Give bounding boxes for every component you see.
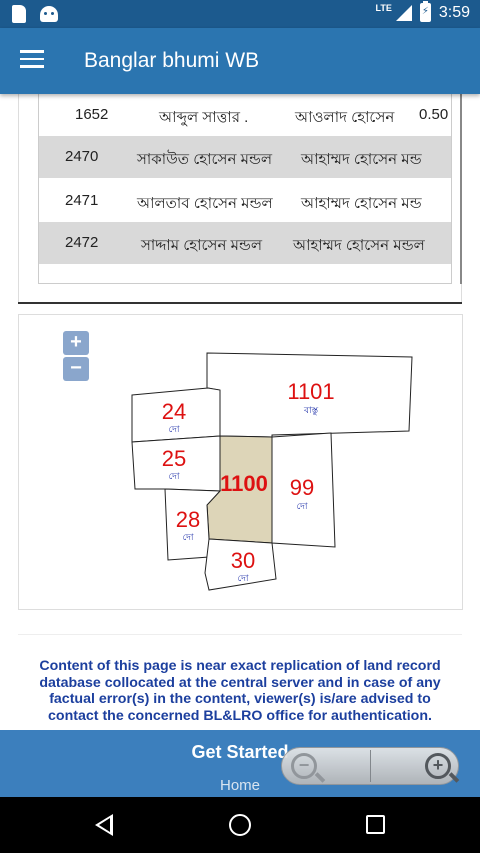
separator	[18, 634, 462, 635]
plot-type-25: দো	[169, 472, 180, 482]
disclaimer-line: factual error(s) in the content, viewer(…	[49, 691, 431, 707]
zoom-divider	[370, 750, 371, 782]
disclaimer-text: Content of this page is near exact repli…	[14, 658, 466, 724]
plot-type-30: দো	[238, 574, 249, 584]
plot-label-25: 25	[162, 446, 186, 471]
owner-table-card: 1652 আব্দুল সাত্তার . আওলাদ হোসেন 0.50 2…	[18, 94, 462, 302]
plot-label-1100: 1100	[220, 471, 268, 496]
cell-khatian: 2470	[65, 148, 99, 165]
owner-table[interactable]: 1652 আব্দুল সাত্তার . আওলাদ হোসেন 0.50 2…	[38, 94, 452, 284]
navigation-bar	[0, 797, 480, 853]
bottom-panel: Get Started Home − +	[0, 730, 480, 797]
android-icon	[40, 6, 58, 22]
plot-type-99: দো	[297, 502, 308, 512]
cell-owner: সাদ্দাম হোসেন মন্ডল	[141, 237, 263, 254]
plot-type-1101: বাস্তু	[303, 406, 319, 416]
plot-label-99: 99	[290, 475, 314, 500]
battery-icon	[419, 1, 431, 22]
zoom-in-icon[interactable]: +	[425, 753, 451, 779]
table-row: 2470 সাকাউত হোসেন মন্ডল আহাম্মদ হোসেন মন…	[39, 136, 451, 178]
table-row: 2472 সাদ্দাম হোসেন মন্ডল আহাম্মদ হোসেন ম…	[39, 222, 451, 264]
status-bar: LTE 3:59	[0, 0, 480, 28]
clock: 3:59	[438, 3, 470, 21]
app-title: Banglar bhumi WB	[84, 49, 260, 72]
cell-owner: আব্দুল সাত্তার .	[159, 109, 249, 126]
cell-owner: আলতাব হোসেন মন্ডল	[137, 195, 273, 212]
plot-type-28: দো	[183, 533, 194, 543]
cell-khatian: 2471	[65, 192, 99, 209]
menu-icon[interactable]	[20, 50, 44, 70]
cell-father: আহাম্মদ হোসেন মন্ডল	[293, 237, 425, 254]
disclaimer-line: contact the concerned BL&LRO office for …	[48, 707, 432, 724]
plot-label-30: 30	[231, 548, 255, 573]
cell-khatian: 2472	[65, 234, 99, 251]
plot-label-28: 28	[176, 507, 200, 532]
map-zoom-in-button[interactable]: +	[63, 331, 89, 355]
table-scrollbar[interactable]	[460, 94, 462, 284]
cell-father: আওলাদ হোসেন	[295, 109, 395, 126]
zoom-out-icon[interactable]: −	[291, 753, 317, 779]
network-type: LTE	[375, 2, 392, 13]
sd-card-icon	[12, 5, 26, 23]
table-row: 1652 আব্দুল সাত্তার . আওলাদ হোসেন 0.50	[39, 94, 451, 136]
plot-label-24: 24	[162, 399, 186, 424]
map-zoom-out-button[interactable]: −	[63, 357, 89, 381]
system-icons: LTE 3:59	[375, 1, 470, 22]
cell-khatian: 1652	[75, 106, 109, 123]
back-icon[interactable]	[95, 814, 113, 836]
table-row: 2471 আলতাব হোসেন মন্ডল আহাম্মদ হোসেন মন্…	[39, 180, 451, 222]
cell-owner: সাকাউত হোসেন মন্ডল	[137, 151, 273, 168]
signal-icon	[395, 4, 412, 21]
app-bar: Banglar bhumi WB	[0, 28, 480, 94]
plot-label-1101: 1101	[287, 379, 334, 404]
notification-icons	[12, 5, 58, 23]
cell-share: 0.50	[419, 106, 449, 123]
disclaimer-line: database collocated at the central serve…	[39, 674, 441, 691]
disclaimer-line: Content of this page is near exact repli…	[39, 658, 441, 674]
webview-zoom-control: − +	[281, 747, 459, 785]
plot-type-24: দো	[169, 425, 180, 435]
recents-icon[interactable]	[366, 815, 385, 834]
cell-father: আহাম্মদ হোসেন মন্ড	[301, 195, 422, 212]
home-icon[interactable]	[229, 814, 251, 836]
content-area[interactable]: 1652 আব্দুল সাত্তার . আওলাদ হোসেন 0.50 2…	[0, 94, 480, 730]
divider	[18, 302, 462, 304]
cell-father: আহাম্মদ হোসেন মন্ড	[301, 151, 422, 168]
plot-map[interactable]: 1101 বাস্তু 24 দো 25 দো 1100 99 দো 28 দো…	[18, 314, 463, 610]
